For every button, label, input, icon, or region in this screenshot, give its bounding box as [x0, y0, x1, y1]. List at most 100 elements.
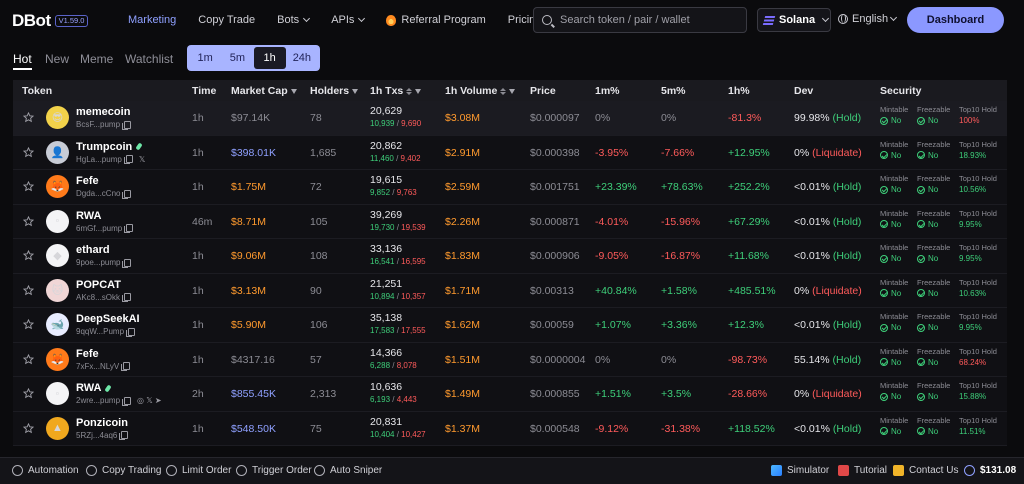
filter-icon[interactable]	[509, 88, 516, 94]
copy-icon[interactable]	[121, 362, 131, 371]
top10-value: 9.95%	[959, 219, 982, 229]
token-name[interactable]: DeepSeekAI	[76, 313, 140, 325]
star-icon[interactable]	[22, 146, 35, 158]
footer-copy-trading[interactable]: Copy Trading	[86, 465, 161, 476]
star-icon[interactable]	[22, 111, 35, 123]
footer-auto-sniper[interactable]: Auto Sniper	[314, 465, 382, 476]
star-icon[interactable]	[22, 284, 35, 296]
token-name[interactable]: Fefe	[76, 175, 99, 187]
star-icon[interactable]	[22, 215, 35, 227]
footer-automation[interactable]: Automation	[12, 465, 79, 476]
timeframe-24h[interactable]: 24h	[286, 47, 318, 69]
star-icon[interactable]	[22, 387, 35, 399]
col-5m: 5m%	[661, 85, 686, 97]
change-5m: -15.96%	[661, 215, 701, 228]
copy-icon[interactable]	[122, 396, 132, 406]
copy-icon[interactable]	[119, 431, 129, 440]
nav-marketing[interactable]: Marketing	[128, 14, 176, 26]
language-selector[interactable]: English	[838, 13, 898, 25]
wallet-balance[interactable]: $131.08	[964, 465, 1016, 476]
nav-referral-program[interactable]: Referral Program	[386, 14, 486, 26]
table-row[interactable]: ◦ RWA 6mGf...pump 46m $8.71M 105 39,269 19,730 …	[13, 204, 1007, 239]
copy-icon[interactable]	[126, 327, 136, 337]
table-row[interactable]: 🦊 Fefe 7xFx...NLyV 1h $4317.16 57 14,366 6,288 …	[13, 342, 1007, 377]
filter-icon[interactable]	[415, 88, 422, 94]
table-row[interactable]: 🐋 DeepSeekAI 9qqW...Pump 1h $5.90M 106 35,138 1…	[13, 308, 1007, 343]
security-label: Mintable	[880, 312, 909, 321]
col-holders[interactable]: Holders	[310, 85, 359, 97]
buy-sell-count: 6,193 / 4,443	[370, 395, 417, 404]
tab-watchlist[interactable]: Watchlist	[125, 52, 173, 66]
star-icon[interactable]	[22, 318, 35, 330]
col-txs-label: 1h Txs	[370, 85, 404, 97]
check-icon	[917, 185, 925, 194]
token-name[interactable]: RWA	[76, 210, 101, 222]
table-row[interactable]: ◆ ethard 9poe...pump 1h $9.06M 108 33,136 16,54…	[13, 239, 1007, 274]
footer-simulator[interactable]: Simulator	[771, 465, 829, 476]
star-icon[interactable]	[22, 422, 35, 434]
table-row[interactable]: ▲ Ponzicoin 5RZj...4aq6 1h $548.50K 75 20,831 1…	[13, 411, 1007, 446]
volume: $2.91M	[445, 146, 481, 159]
token-name[interactable]: POPCAT	[76, 279, 121, 291]
search-box[interactable]	[533, 7, 747, 33]
table-row[interactable]: 🦊 Fefe Dgda...cCno 1h $1.75M 72 19,615 9,852 / …	[13, 170, 1007, 205]
copy-icon[interactable]	[122, 293, 132, 302]
token-name[interactable]: ethard	[76, 244, 110, 256]
tab-new[interactable]: New	[45, 52, 69, 66]
volume: $1.51M	[445, 353, 481, 366]
footer-label: Limit Order	[182, 465, 232, 476]
search-input[interactable]	[560, 14, 740, 26]
contact-icon	[893, 465, 904, 476]
token-name-label: RWA	[76, 382, 102, 394]
security-value: No	[928, 219, 939, 229]
star-icon[interactable]	[22, 249, 35, 261]
table-row[interactable]: 👤 Trumpcoin HgLa...pump 𝕏 1h $398.01K 1,685 20,…	[13, 135, 1007, 170]
filter-icon[interactable]	[290, 88, 297, 94]
sort-icon[interactable]	[500, 87, 507, 95]
token-name-label: memecoin	[76, 106, 131, 118]
security-label: Mintable	[880, 208, 909, 218]
token-name[interactable]: memecoin	[76, 106, 130, 118]
token-name[interactable]: Fefe	[76, 348, 99, 360]
nav-label: APIs	[331, 14, 355, 26]
footer-limit-order[interactable]: Limit Order	[166, 465, 231, 476]
dashboard-button[interactable]: Dashboard	[907, 7, 1004, 33]
token-address-label: 7xFx...NLyV	[76, 361, 120, 371]
table-row[interactable]: ◦ RWA 2wre...pump ◎ 𝕏 ➤ 2h $855.45K 2,313 10,63…	[13, 377, 1007, 412]
footer-trigger-order[interactable]: Trigger Order	[236, 465, 312, 476]
token-name[interactable]: RWA	[76, 382, 113, 394]
copy-icon[interactable]	[124, 224, 134, 233]
star-icon[interactable]	[22, 353, 35, 365]
copy-icon[interactable]	[122, 189, 132, 199]
copy-icon[interactable]	[123, 155, 133, 164]
nav-copy-trade[interactable]: Copy Trade	[198, 14, 255, 26]
chain-selector[interactable]: Solana	[757, 8, 831, 32]
filter-icon[interactable]	[352, 88, 359, 94]
logo[interactable]: DBot V1.59.0	[12, 11, 89, 31]
price: $0.000871	[530, 215, 580, 228]
sort-icon[interactable]	[406, 87, 413, 95]
tab-hot[interactable]: Hot	[13, 52, 32, 66]
token-name[interactable]: Trumpcoin	[76, 141, 143, 153]
timeframe-1h[interactable]: 1h	[253, 47, 286, 69]
holders-count: 78	[310, 112, 322, 124]
nav-bots[interactable]: Bots	[277, 14, 311, 26]
token-name[interactable]: Ponzicoin	[76, 417, 128, 429]
col-volume[interactable]: 1h Volume	[445, 85, 516, 97]
col-market-cap[interactable]: Market Cap	[231, 85, 297, 97]
footer-tutorial[interactable]: Tutorial	[838, 465, 887, 476]
copy-icon[interactable]	[122, 120, 132, 130]
table-row[interactable]: 😎 memecoin BcsF...pump 1h $97.14K 78 20,629 10,…	[13, 101, 1007, 136]
tab-meme[interactable]: Meme	[80, 52, 113, 66]
social-icons[interactable]: ◎ 𝕏 ➤	[137, 396, 162, 405]
star-icon[interactable]	[22, 180, 35, 192]
timeframe-1m[interactable]: 1m	[189, 47, 221, 69]
change-1m: +23.39%	[595, 181, 637, 193]
copy-icon[interactable]	[122, 258, 132, 268]
social-icons[interactable]: 𝕏	[139, 155, 145, 164]
table-row[interactable]: 🐱 POPCAT AKc8...sOkk 1h $3.13M 90 21,251 10,894…	[13, 273, 1007, 308]
footer-contact-us[interactable]: Contact Us	[893, 465, 958, 476]
col-txs[interactable]: 1h Txs	[370, 85, 422, 97]
timeframe-5m[interactable]: 5m	[221, 47, 253, 69]
nav-apis[interactable]: APIs	[331, 14, 366, 26]
